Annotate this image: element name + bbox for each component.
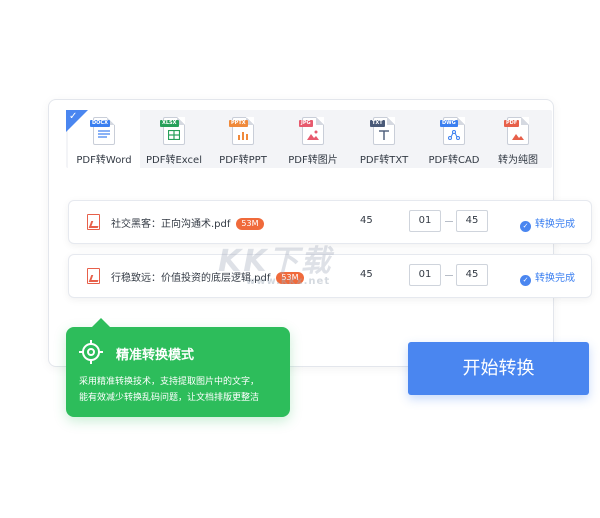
word-file-icon: DOCX <box>90 117 115 145</box>
tab-label: PDF转TXT <box>359 155 409 166</box>
tab-label: PDF转Excel <box>146 155 202 166</box>
page-count: 45 <box>360 215 373 226</box>
file-name: 社交黑客：正向沟通术.pdf <box>111 219 231 230</box>
start-convert-button[interactable]: 开始转换 <box>408 342 589 395</box>
txt-file-icon: TXT <box>370 117 395 145</box>
file-size-badge: 53M <box>236 218 264 230</box>
page-from-input[interactable]: 01 <box>409 210 441 232</box>
precise-mode-tooltip: 精准转换模式 采用精准转换技术，支持提取图片中的文字， 能有效减少转换乱码问题，… <box>66 318 290 417</box>
image-file-icon: JPG <box>299 117 324 145</box>
page-to-input[interactable]: 45 <box>456 210 488 232</box>
file-type-tag: XLSX <box>160 120 179 127</box>
pdf-file-icon <box>87 214 100 230</box>
page-to-input[interactable]: 45 <box>456 264 488 286</box>
tab-pdf-to-image[interactable]: JPG PDF转图片 <box>280 110 346 168</box>
file-type-tag: DOCX <box>90 120 110 127</box>
pure-image-file-icon: PDF <box>504 117 529 145</box>
tab-pdf-to-cad[interactable]: DWG PDF转CAD <box>420 110 488 168</box>
range-dash <box>445 275 453 276</box>
format-tab-bar: DOCX PDF转Word XLSX PDF转Excel PPTX PDF转PP… <box>66 110 552 168</box>
check-circle-icon: ✓ <box>520 275 531 286</box>
status-text: 转换完成 <box>535 219 575 230</box>
range-dash <box>445 221 453 222</box>
file-type-tag: PDF <box>504 120 520 127</box>
file-type-tag: TXT <box>370 120 385 127</box>
tab-label: 转为纯图 <box>498 155 538 166</box>
file-type-tag: PPTX <box>229 120 248 127</box>
cad-file-icon: DWG <box>440 117 465 145</box>
watermark-url: www.kkx.net <box>246 276 331 287</box>
converter-screen: DOCX PDF转Word XLSX PDF转Excel PPTX PDF转PP… <box>0 0 600 518</box>
check-circle-icon: ✓ <box>520 221 531 232</box>
excel-file-icon: XLSX <box>160 117 185 145</box>
status-text: 转换完成 <box>535 273 575 284</box>
tooltip-title: 精准转换模式 <box>116 348 195 363</box>
tab-label: PDF转Word <box>76 155 132 166</box>
tab-label: PDF转CAD <box>428 155 480 166</box>
tab-label: PDF转PPT <box>219 155 267 166</box>
tab-label: PDF转图片 <box>288 155 338 166</box>
target-icon <box>79 340 103 364</box>
tooltip-description: 采用精准转换技术，支持提取图片中的文字， 能有效减少转换乱码问题，让文档排版更整… <box>79 377 260 403</box>
tab-pdf-to-excel[interactable]: XLSX PDF转Excel <box>142 110 206 168</box>
pdf-file-icon <box>87 268 100 284</box>
file-type-tag: DWG <box>440 120 458 127</box>
tab-to-pure-image[interactable]: PDF 转为纯图 <box>488 110 548 168</box>
check-icon: ✓ <box>69 111 78 122</box>
watermark-logo: KK下载 <box>218 244 333 279</box>
page-count: 45 <box>360 269 373 280</box>
page-from-input[interactable]: 01 <box>409 264 441 286</box>
file-type-tag: JPG <box>299 120 313 127</box>
tab-pdf-to-ppt[interactable]: PPTX PDF转PPT <box>214 110 272 168</box>
ppt-file-icon: PPTX <box>229 117 254 145</box>
tab-pdf-to-txt[interactable]: TXT PDF转TXT <box>352 110 416 168</box>
